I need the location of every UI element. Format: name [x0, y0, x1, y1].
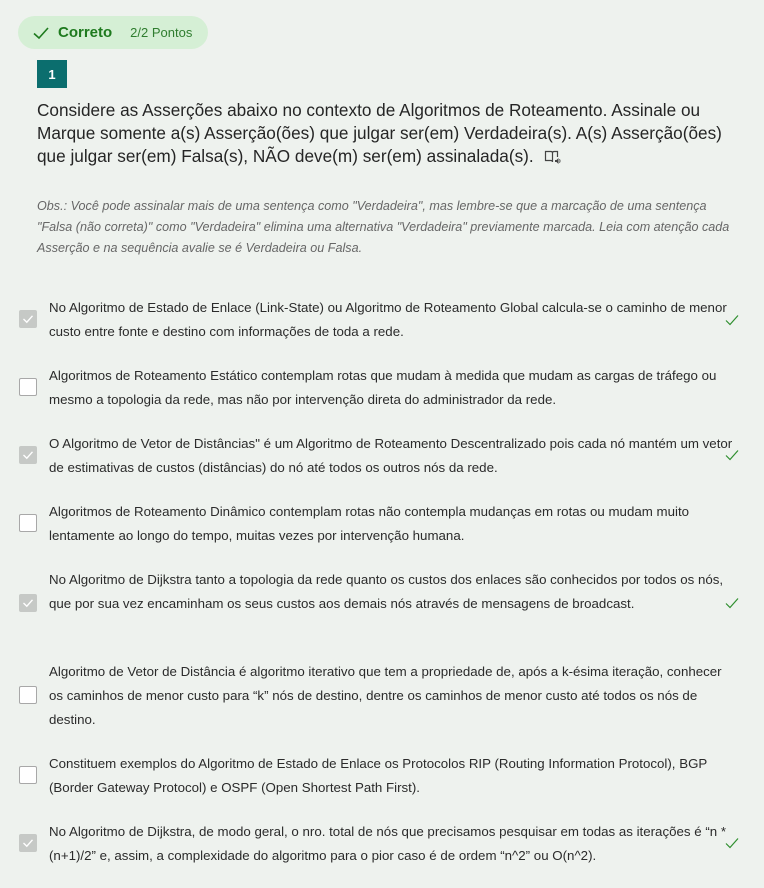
option-text: No Algoritmo de Estado de Enlace (Link-S…: [49, 300, 727, 339]
question-text-block: Considere as Asserções abaixo no context…: [37, 99, 737, 168]
option-text: Algoritmos de Roteamento Dinâmico contem…: [49, 504, 690, 543]
question-text: Considere as Asserções abaixo no context…: [37, 100, 722, 166]
correct-check-icon: [724, 595, 740, 611]
option-text: Constituem exemplos do Algoritmo de Esta…: [49, 756, 708, 795]
option-checkbox[interactable]: [19, 594, 37, 612]
option-checkbox[interactable]: [19, 310, 37, 328]
option-text: Algoritmo de Vetor de Distância é algori…: [49, 664, 722, 727]
result-status: Correto: [58, 24, 113, 41]
option-text: No Algoritmo de Dijkstra tanto a topolog…: [49, 572, 724, 611]
correct-check-icon: [724, 312, 740, 328]
option-checkbox[interactable]: [19, 514, 37, 532]
result-points: 2/2 Pontos: [130, 25, 193, 40]
check-icon: [32, 24, 50, 42]
immersive-reader-icon[interactable]: [544, 148, 562, 164]
option-checkbox[interactable]: [19, 378, 37, 396]
correct-check-icon: [724, 447, 740, 463]
option-text: No Algoritmo de Dijkstra, de modo geral,…: [49, 824, 727, 863]
question-observation: Obs.: Você pode assinalar mais de uma se…: [37, 199, 730, 255]
option-text: O Algoritmo de Vetor de Distâncias" é um…: [49, 436, 733, 475]
question-number: 1: [37, 60, 67, 88]
correct-check-icon: [724, 835, 740, 851]
option-checkbox[interactable]: [19, 834, 37, 852]
result-badge: Correto 2/2 Pontos: [18, 16, 209, 49]
option-text: Algoritmos de Roteamento Estático contem…: [49, 368, 717, 407]
option-checkbox[interactable]: [19, 686, 37, 704]
option-checkbox[interactable]: [19, 446, 37, 464]
option-checkbox[interactable]: [19, 766, 37, 784]
